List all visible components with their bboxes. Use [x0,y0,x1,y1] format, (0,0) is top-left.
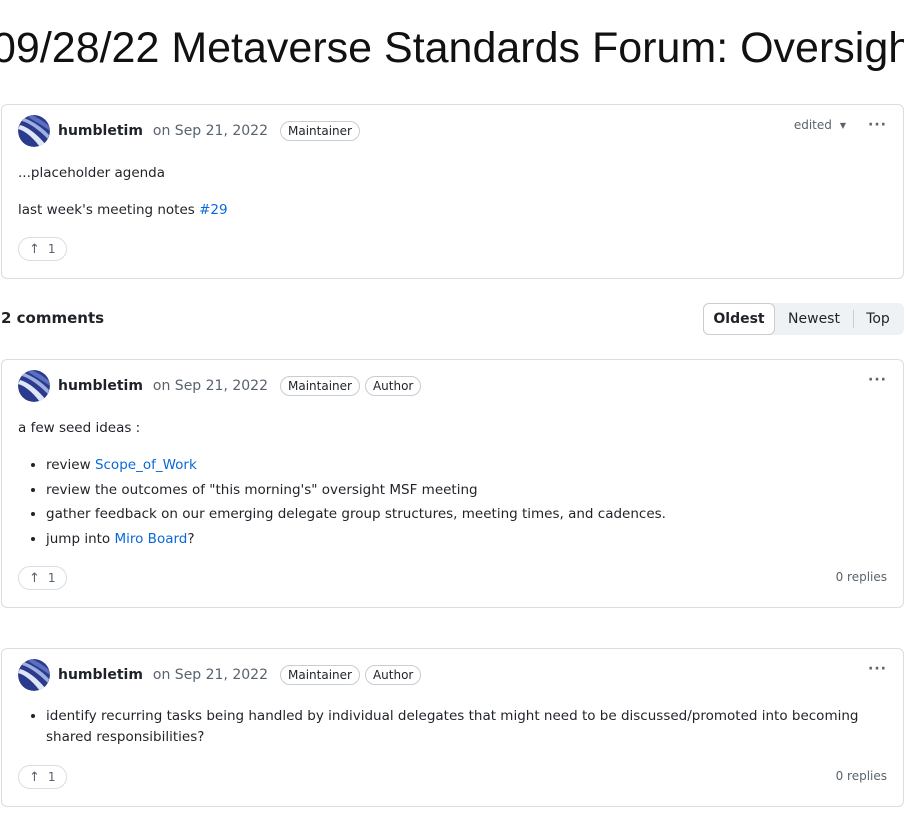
avatar-icon [18,370,50,402]
author-name[interactable]: humbletim [58,123,143,139]
meeting-notes-link[interactable]: #29 [199,202,228,218]
miro-board-link[interactable]: Miro Board [114,531,187,547]
maintainer-badge: Maintainer [280,121,360,141]
post-body-line: last week's meeting notes #29 [18,202,228,218]
upvote-count: 1 [47,571,56,585]
comment-header: humbletim on Sep 21, 2022 Maintainer Aut… [18,659,422,691]
comment-intro: a few seed ideas : [18,420,141,436]
arrow-up-icon: ↑ [29,769,40,785]
list-item-text: jump into [46,530,115,547]
author-name[interactable]: humbletim [58,667,143,683]
comment-list: identify recurring tasks being handled b… [18,706,887,748]
comment: humbletim on Sep 21, 2022 Maintainer Aut… [1,359,904,608]
comment-date[interactable]: on Sep 21, 2022 [153,378,268,394]
page-title: 09/28/22 Metaverse Standards Forum: Over… [0,24,904,72]
list-item-suffix: ? [187,530,195,547]
maintainer-badge: Maintainer [280,376,360,396]
comment: humbletim on Sep 21, 2022 Maintainer Aut… [1,648,904,807]
post-header-actions: edited ▼ ··· [794,117,887,133]
avatar-icon [18,659,50,691]
avatar[interactable] [18,370,50,402]
sort-top-button[interactable]: Top [854,303,902,335]
edited-dropdown[interactable]: edited ▼ [794,118,846,132]
kebab-horizontal-icon[interactable]: ··· [868,117,887,133]
seed-ideas-list: review Scope_of_Work review the outcomes… [18,453,887,551]
comment-header: humbletim on Sep 21, 2022 Maintainer Aut… [18,370,422,402]
avatar-icon [18,115,50,147]
post-date[interactable]: on Sep 21, 2022 [153,123,268,139]
list-item: gather feedback on our emerging delegate… [46,502,887,527]
list-item: review Scope_of_Work [46,453,887,478]
list-item-text: review [46,457,95,473]
replies-count[interactable]: 0 replies [836,570,887,584]
post-header: humbletim on Sep 21, 2022 Maintainer [18,115,360,147]
scope-of-work-link[interactable]: Scope_of_Work [95,457,197,473]
replies-count[interactable]: 0 replies [836,769,887,783]
avatar[interactable] [18,659,50,691]
author-badge: Author [364,665,422,685]
upvote-count: 1 [47,242,56,256]
list-item-text: gather feedback on our emerging delegate… [46,506,666,522]
sort-segmented-control: Oldest Newest Top [703,303,904,335]
post-body-text: last week's meeting notes [18,202,200,218]
arrow-up-icon: ↑ [29,241,40,257]
upvote-button[interactable]: ↑ 1 [18,237,67,261]
sort-oldest-button[interactable]: Oldest [703,303,775,335]
arrow-up-icon: ↑ [29,570,40,586]
sort-newest-button[interactable]: Newest [775,303,853,335]
comment-date[interactable]: on Sep 21, 2022 [153,667,268,683]
list-item-text: identify recurring tasks being handled b… [46,708,859,745]
discussion-page: 09/28/22 Metaverse Standards Forum: Over… [0,0,904,827]
upvote-button[interactable]: ↑ 1 [18,566,67,590]
maintainer-badge: Maintainer [280,665,360,685]
comment-header-actions: ··· [868,661,887,677]
upvote-count: 1 [47,770,56,784]
list-item-text: review the outcomes of "this morning's" … [46,481,478,498]
avatar[interactable] [18,115,50,147]
discussion-post: humbletim on Sep 21, 2022 Maintainer edi… [1,104,904,279]
list-item: identify recurring tasks being handled b… [46,706,887,748]
author-name[interactable]: humbletim [58,378,143,394]
comments-count: 2 comments [1,309,105,327]
edited-label: edited [793,118,832,132]
post-body-line: ...placeholder agenda [18,165,166,181]
kebab-horizontal-icon[interactable]: ··· [868,372,887,388]
list-item: jump into Miro Board? [46,527,887,552]
upvote-button[interactable]: ↑ 1 [18,765,67,789]
author-badge: Author [364,376,422,396]
kebab-horizontal-icon[interactable]: ··· [868,661,887,677]
comment-header-actions: ··· [868,372,887,388]
list-item: review the outcomes of "this morning's" … [46,478,887,503]
triangle-down-icon: ▼ [839,120,847,130]
